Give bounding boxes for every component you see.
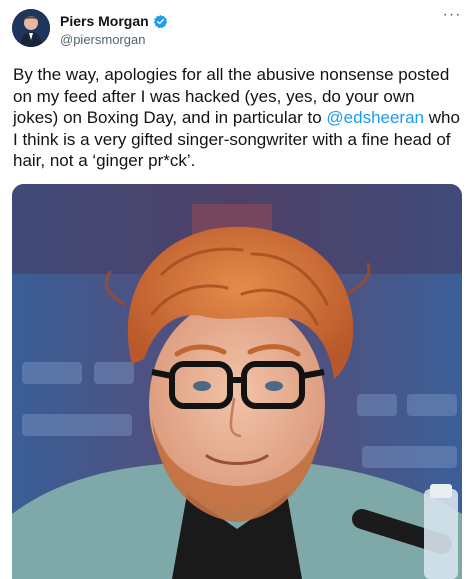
photo-of-ed-sheeran bbox=[12, 184, 462, 579]
display-name-row: Piers Morgan bbox=[60, 12, 168, 30]
tweet-text: By the way, apologies for all the abusiv… bbox=[13, 64, 463, 172]
display-name[interactable]: Piers Morgan bbox=[60, 13, 149, 29]
author-block: Piers Morgan @piersmorgan bbox=[60, 12, 168, 47]
avatar[interactable] bbox=[12, 9, 50, 47]
avatar-image bbox=[12, 9, 50, 47]
more-options-icon[interactable]: ··· bbox=[442, 7, 462, 24]
tweet-photo[interactable] bbox=[12, 184, 462, 579]
mention-link[interactable]: @edsheeran bbox=[326, 108, 424, 127]
verified-badge-icon bbox=[153, 14, 168, 29]
author-handle[interactable]: @piersmorgan bbox=[60, 32, 168, 47]
tweet-header: Piers Morgan @piersmorgan ··· bbox=[0, 0, 474, 60]
